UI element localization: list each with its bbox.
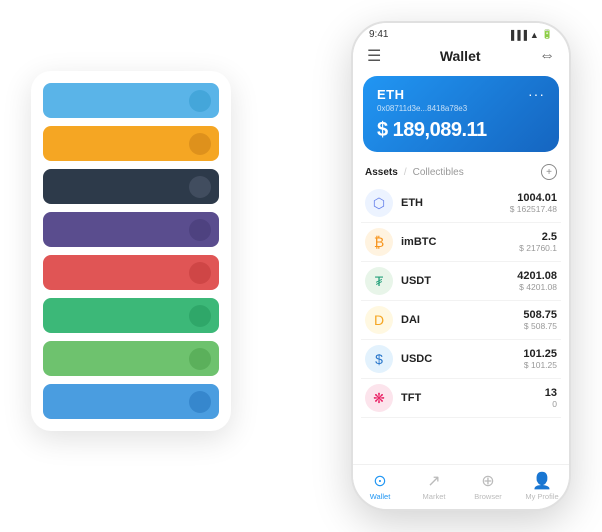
phone-frame: 9:41 ▐▐▐ ▲ 🔋 ☰ Wallet ⇔ ETH ··· 0x08711d…	[351, 21, 571, 511]
color-row-5	[43, 298, 219, 333]
page-title: Wallet	[381, 48, 539, 64]
tab-collectibles[interactable]: Collectibles	[413, 167, 464, 178]
asset-icon-tft: ❋	[365, 384, 393, 412]
nav-icon-0: ⊙	[373, 471, 386, 491]
asset-list: ⬡ ETH 1004.01 $ 162517.48 ₿ imBTC 2.5 $ …	[353, 184, 569, 464]
nav-icon-1: ↗	[427, 471, 440, 491]
nav-item-browser[interactable]: ⊕ Browser	[461, 471, 515, 501]
nav-label-2: Browser	[474, 492, 502, 501]
asset-amounts-eth: 1004.01 $ 162517.48	[510, 192, 557, 214]
asset-icon-dai: D	[365, 306, 393, 334]
status-bar: 9:41 ▐▐▐ ▲ 🔋	[353, 23, 569, 42]
asset-icon-imbtc: ₿	[365, 228, 393, 256]
add-asset-button[interactable]: +	[541, 164, 557, 180]
expand-icon[interactable]: ⇔	[539, 47, 555, 65]
color-row-dot	[189, 176, 211, 198]
color-row-dot	[189, 348, 211, 370]
asset-icon-usdc: $	[365, 345, 393, 373]
signal-icon: ▐▐▐	[508, 30, 527, 40]
asset-item-usdc[interactable]: $ USDC 101.25 $ 101.25	[361, 340, 561, 379]
asset-name-usdc: USDC	[401, 353, 523, 365]
menu-icon[interactable]: ☰	[367, 46, 381, 66]
eth-balance-card[interactable]: ETH ··· 0x08711d3e...8418a78e3 $ 189,089…	[363, 76, 559, 152]
asset-name-imbtc: imBTC	[401, 236, 519, 248]
color-row-dot	[189, 133, 211, 155]
color-row-1	[43, 126, 219, 161]
nav-label-1: Market	[423, 492, 446, 501]
asset-usd: $ 4201.08	[517, 282, 557, 292]
asset-qty: 4201.08	[517, 270, 557, 282]
scene: 9:41 ▐▐▐ ▲ 🔋 ☰ Wallet ⇔ ETH ··· 0x08711d…	[11, 11, 591, 521]
color-row-dot	[189, 90, 211, 112]
asset-icon-usdt: ₮	[365, 267, 393, 295]
asset-amounts-dai: 508.75 $ 508.75	[523, 309, 557, 331]
nav-item-my-profile[interactable]: 👤 My Profile	[515, 471, 569, 501]
asset-item-dai[interactable]: D DAI 508.75 $ 508.75	[361, 301, 561, 340]
nav-item-market[interactable]: ↗ Market	[407, 471, 461, 501]
asset-amounts-usdt: 4201.08 $ 4201.08	[517, 270, 557, 292]
color-row-dot	[189, 219, 211, 241]
asset-usd: $ 508.75	[523, 321, 557, 331]
color-row-4	[43, 255, 219, 290]
asset-amounts-imbtc: 2.5 $ 21760.1	[519, 231, 557, 253]
color-row-dot	[189, 262, 211, 284]
asset-name-usdt: USDT	[401, 275, 517, 287]
nav-item-wallet[interactable]: ⊙ Wallet	[353, 471, 407, 501]
color-row-3	[43, 212, 219, 247]
color-row-dot	[189, 391, 211, 413]
assets-header: Assets / Collectibles +	[353, 156, 569, 184]
asset-item-tft[interactable]: ❋ TFT 13 0	[361, 379, 561, 418]
tab-assets[interactable]: Assets	[365, 167, 398, 178]
eth-address: 0x08711d3e...8418a78e3	[377, 104, 545, 113]
battery-icon: 🔋	[542, 29, 553, 40]
color-row-dot	[189, 305, 211, 327]
color-row-2	[43, 169, 219, 204]
status-time: 9:41	[369, 29, 388, 40]
asset-usd: $ 101.25	[523, 360, 557, 370]
nav-icon-3: 👤	[532, 471, 552, 491]
asset-qty: 101.25	[523, 348, 557, 360]
nav-label-0: Wallet	[370, 492, 391, 501]
asset-usd: $ 21760.1	[519, 243, 557, 253]
asset-icon-eth: ⬡	[365, 189, 393, 217]
asset-qty: 13	[545, 387, 557, 399]
eth-balance: $ 189,089.11	[377, 119, 545, 142]
color-row-7	[43, 384, 219, 419]
asset-item-imbtc[interactable]: ₿ imBTC 2.5 $ 21760.1	[361, 223, 561, 262]
asset-name-eth: ETH	[401, 197, 510, 209]
bottom-nav: ⊙ Wallet ↗ Market ⊕ Browser 👤 My Profile	[353, 464, 569, 509]
wifi-icon: ▲	[530, 30, 539, 40]
color-row-6	[43, 341, 219, 376]
assets-tabs: Assets / Collectibles	[365, 167, 464, 178]
asset-qty: 1004.01	[510, 192, 557, 204]
asset-qty: 508.75	[523, 309, 557, 321]
nav-label-3: My Profile	[525, 492, 558, 501]
asset-name-dai: DAI	[401, 314, 523, 326]
asset-usd: $ 162517.48	[510, 204, 557, 214]
asset-name-tft: TFT	[401, 392, 545, 404]
asset-qty: 2.5	[519, 231, 557, 243]
status-icons: ▐▐▐ ▲ 🔋	[508, 29, 553, 40]
asset-amounts-usdc: 101.25 $ 101.25	[523, 348, 557, 370]
phone-header: ☰ Wallet ⇔	[353, 42, 569, 72]
asset-usd: 0	[545, 399, 557, 409]
eth-card-symbol: ETH	[377, 87, 405, 102]
color-row-0	[43, 83, 219, 118]
nav-icon-2: ⊕	[481, 471, 494, 491]
asset-item-eth[interactable]: ⬡ ETH 1004.01 $ 162517.48	[361, 184, 561, 223]
eth-card-top: ETH ···	[377, 86, 545, 102]
asset-amounts-tft: 13 0	[545, 387, 557, 409]
background-card	[31, 71, 231, 431]
eth-card-menu[interactable]: ···	[528, 86, 545, 102]
asset-item-usdt[interactable]: ₮ USDT 4201.08 $ 4201.08	[361, 262, 561, 301]
